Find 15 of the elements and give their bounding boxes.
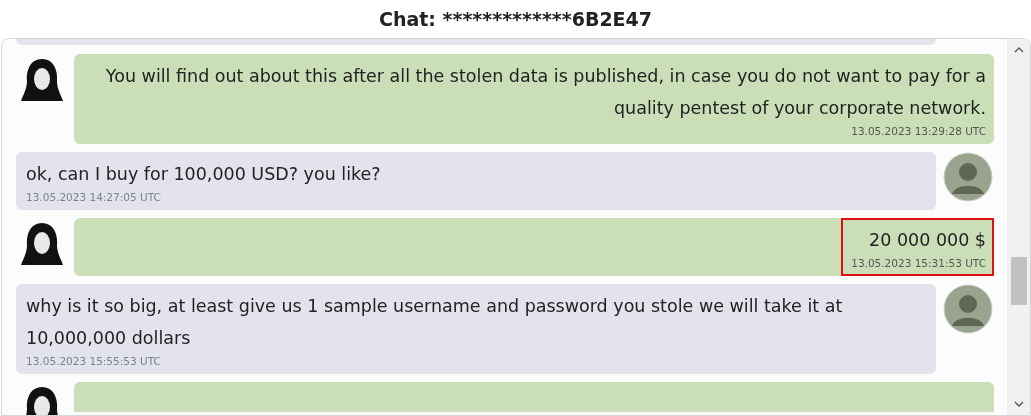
- message-time: 13.05.2023 13:29:28 UTC: [850, 124, 986, 138]
- scrollbar[interactable]: [1007, 39, 1030, 415]
- message-text: 20 000 000 $: [868, 229, 986, 252]
- scroll-thumb[interactable]: [1011, 257, 1027, 305]
- person-avatar: [943, 284, 993, 334]
- person-avatar: [943, 152, 993, 202]
- message-time: 13.05.2023 15:31:53 UTC: [851, 256, 986, 270]
- message-time: 13.05.2023 14:27:05 UTC: [26, 190, 162, 204]
- message-text: You will find out about this after all the stolen data is published, in case you do not want to pay for a quality pentest of your corporate network.: [104, 65, 986, 120]
- message-text: ok, can I buy for 100,000 USD? you like?: [26, 163, 381, 186]
- message-text: why is it so big, at least give us 1 sample username and password you stole we will take it at 10,000,000 dollars: [26, 295, 844, 350]
- scroll-up-icon[interactable]: [1014, 47, 1024, 53]
- chat-title: Chat: *************6B2E47: [378, 7, 653, 32]
- scroll-down-icon[interactable]: [1014, 401, 1024, 407]
- message-time: 13.05.2023 15:55:53 UTC: [26, 354, 162, 368]
